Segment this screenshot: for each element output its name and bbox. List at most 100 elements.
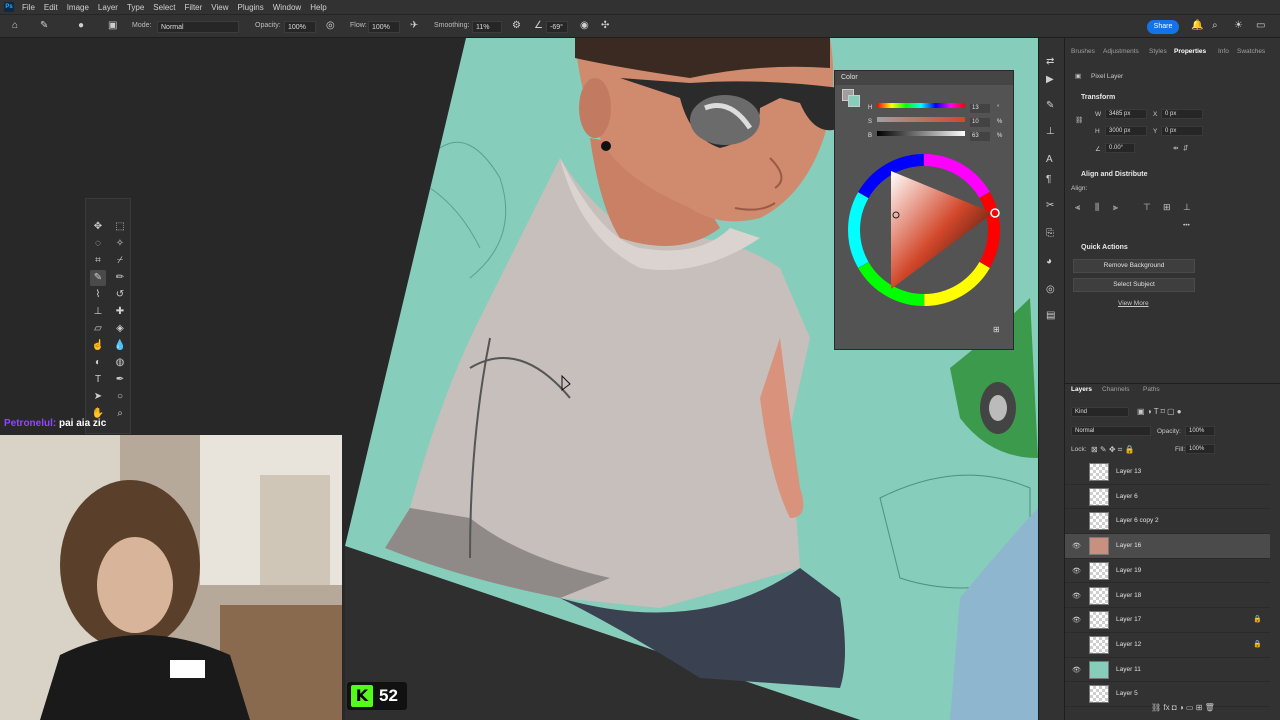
tab-layers[interactable]: Layers xyxy=(1071,386,1092,393)
menu-view[interactable]: View xyxy=(211,3,228,12)
blur-tool-icon[interactable]: 💧 xyxy=(112,338,128,354)
discover-icon[interactable]: ☀ xyxy=(1234,20,1243,31)
layer-row[interactable]: Layer 13 xyxy=(1065,460,1270,485)
transform-title[interactable]: Transform xyxy=(1081,94,1115,101)
magic-wand-tool-icon[interactable]: ✧ xyxy=(112,236,128,252)
brush-settings-icon[interactable]: ▣ xyxy=(108,20,117,31)
paragraph-icon[interactable]: ¶ xyxy=(1046,174,1051,185)
angle-field[interactable]: 0.00° xyxy=(1105,143,1135,153)
lock-icon[interactable]: 🔒 xyxy=(1253,640,1262,648)
pressure-opacity-icon[interactable]: ◎ xyxy=(326,20,335,31)
move-tool-icon[interactable]: ✥ xyxy=(90,219,106,235)
lock-icon[interactable]: 🔒 xyxy=(1253,615,1262,623)
align-top-icon[interactable]: ⊤ xyxy=(1143,202,1151,213)
history-icon[interactable]: ⇄ xyxy=(1046,56,1054,67)
fill-field[interactable]: 100% xyxy=(1185,444,1215,454)
marquee-tool-icon[interactable]: ⬚ xyxy=(112,219,128,235)
flip-horizontal-icon[interactable]: ⇹ xyxy=(1173,144,1178,152)
width-field[interactable]: 3485 px xyxy=(1105,109,1147,119)
height-field[interactable]: 3000 px xyxy=(1105,126,1147,136)
tab-properties[interactable]: Properties xyxy=(1174,48,1206,55)
align-title[interactable]: Align and Distribute xyxy=(1081,171,1148,178)
share-button[interactable]: Share xyxy=(1147,20,1179,34)
eye-icon[interactable]: 👁 xyxy=(1072,592,1081,600)
crop-tool-icon[interactable]: ⌗ xyxy=(90,253,106,269)
menu-edit[interactable]: Edit xyxy=(44,3,58,12)
brightness-value[interactable]: 63 xyxy=(970,132,990,141)
stamp-tool-icon[interactable]: ⊥ xyxy=(90,304,106,320)
layer-row[interactable]: 👁 Layer 18 xyxy=(1065,584,1270,609)
align-right-icon[interactable]: ⫸ xyxy=(1113,202,1118,213)
layer-filter-select[interactable]: Kind xyxy=(1071,407,1129,417)
align-middle-icon[interactable]: ⊞ xyxy=(1163,202,1171,213)
hue-slider[interactable] xyxy=(877,103,965,108)
layer-opacity-field[interactable]: 100% xyxy=(1185,426,1215,436)
menu-layer[interactable]: Layer xyxy=(98,3,118,12)
airbrush-icon[interactable]: ✈ xyxy=(410,20,418,31)
smoothing-field[interactable]: 11% xyxy=(472,21,502,33)
blend-mode-select[interactable]: Normal xyxy=(1071,426,1151,436)
libraries-icon[interactable]: ⎘ xyxy=(1046,228,1054,239)
brush-tool-icon[interactable]: ✎ xyxy=(90,270,106,286)
color-icon[interactable]: ◕ xyxy=(1046,256,1052,267)
eye-icon[interactable]: 👁 xyxy=(1072,567,1081,575)
tool-presets-icon[interactable]: ✂ xyxy=(1046,200,1054,211)
hue-value[interactable]: 13 xyxy=(970,104,990,113)
gear-icon[interactable]: ⚙ xyxy=(512,20,521,31)
layer-row[interactable]: 👁 Layer 19 xyxy=(1065,559,1270,584)
pressure-size-icon[interactable]: ◉ xyxy=(580,20,589,31)
zoom-tool-icon[interactable]: ⌕ xyxy=(112,406,128,422)
lasso-tool-icon[interactable]: ◌ xyxy=(90,236,106,252)
menu-window[interactable]: Window xyxy=(273,3,301,12)
layer-row-selected[interactable]: 👁 Layer 16 xyxy=(1065,534,1270,559)
layer-row[interactable]: Layer 12 🔒 xyxy=(1065,633,1270,658)
align-left-icon[interactable]: ⫷ xyxy=(1075,202,1080,213)
select-subject-button[interactable]: Select Subject xyxy=(1073,278,1195,292)
path-selection-tool-icon[interactable]: ➤ xyxy=(90,389,106,405)
quick-actions-title[interactable]: Quick Actions xyxy=(1081,244,1128,251)
brush-preset-icon[interactable]: ● xyxy=(78,20,84,31)
bell-icon[interactable]: 🔔 xyxy=(1191,20,1203,31)
more-options-icon[interactable]: ••• xyxy=(1183,222,1190,229)
layer-row[interactable]: 👁 Layer 11 xyxy=(1065,658,1270,683)
dodge-tool-icon[interactable]: ◐ xyxy=(90,355,106,371)
layer-filter-icons[interactable]: ▣ ◑ T ⌑ ▢ ● xyxy=(1137,407,1182,416)
saturation-value[interactable]: 10 xyxy=(970,118,990,127)
layer-row[interactable]: Layer 6 copy 2 xyxy=(1065,509,1270,535)
opacity-field[interactable]: 100% xyxy=(284,21,316,33)
sponge-tool-icon[interactable]: ◍ xyxy=(112,355,128,371)
actions-play-icon[interactable]: ▶ xyxy=(1046,74,1054,85)
x-field[interactable]: 0 px xyxy=(1161,109,1203,119)
ellipse-tool-icon[interactable]: ○ xyxy=(112,389,128,405)
tab-channels[interactable]: Channels xyxy=(1102,386,1129,393)
tab-brushes[interactable]: Brushes xyxy=(1071,48,1095,55)
layer-row[interactable]: 👁 Layer 17 🔒 xyxy=(1065,608,1270,633)
tab-adjustments[interactable]: Adjustments xyxy=(1103,48,1139,55)
flow-field[interactable]: 100% xyxy=(368,21,400,33)
navigator-icon[interactable]: ◎ xyxy=(1046,284,1055,295)
layer-comps-icon[interactable]: ▤ xyxy=(1046,310,1055,321)
tab-paths[interactable]: Paths xyxy=(1143,386,1160,393)
view-more-link[interactable]: View More xyxy=(1118,300,1149,307)
menu-help[interactable]: Help xyxy=(310,3,326,12)
remove-background-button[interactable]: Remove Background xyxy=(1073,259,1195,273)
history-brush-tool-icon[interactable]: ↺ xyxy=(112,287,128,303)
y-field[interactable]: 0 px xyxy=(1161,126,1203,136)
brush-tool-icon[interactable]: ✎ xyxy=(40,20,48,31)
eraser-tool-icon[interactable]: ▱ xyxy=(90,321,106,337)
clone-source-icon[interactable]: ⊥ xyxy=(1046,126,1055,137)
mixer-brush-tool-icon[interactable]: ⌇ xyxy=(90,287,106,303)
add-swatch-icon[interactable]: ⊞ xyxy=(993,325,1000,334)
search-icon[interactable]: ⌕ xyxy=(1212,20,1218,31)
saturation-slider[interactable] xyxy=(877,117,965,122)
align-center-icon[interactable]: ⫼ xyxy=(1095,202,1099,213)
pencil-tool-icon[interactable]: ✏ xyxy=(112,270,128,286)
tab-info[interactable]: Info xyxy=(1218,48,1229,55)
character-icon[interactable]: A xyxy=(1046,154,1053,165)
eyedropper-tool-icon[interactable]: ⌿ xyxy=(112,253,128,269)
workspace-icon[interactable]: ▭ xyxy=(1256,20,1265,31)
flip-vertical-icon[interactable]: ⇵ xyxy=(1183,144,1188,152)
layer-footer-icons[interactable]: ⛓ fx ◘ ◑ ▭ ⊞ 🗑 xyxy=(1151,703,1215,712)
layer-row[interactable]: Layer 6 xyxy=(1065,485,1270,510)
eye-icon[interactable]: 👁 xyxy=(1072,666,1081,674)
